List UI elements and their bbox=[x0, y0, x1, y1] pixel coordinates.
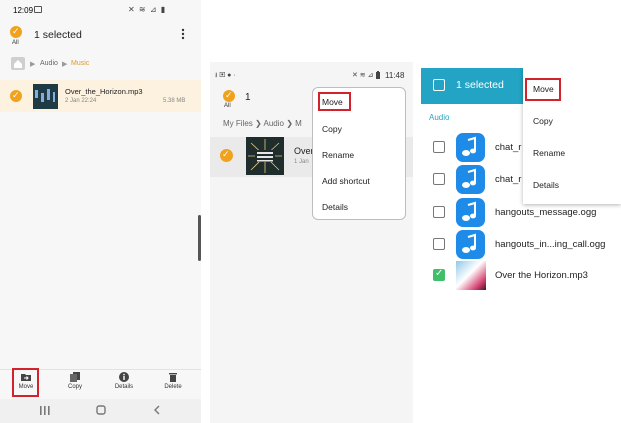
file-name: hangouts_in...ing_call.ogg bbox=[495, 239, 606, 250]
file-name: chat_r bbox=[495, 142, 522, 153]
gallery-notification-icon bbox=[34, 6, 42, 13]
file-date: 1 Jan bbox=[294, 159, 309, 165]
breadcrumb: My Files ❯ Audio ❯ M bbox=[223, 119, 302, 128]
navigation-bar bbox=[0, 399, 201, 423]
file-checkbox[interactable] bbox=[433, 206, 445, 218]
details-label: Details bbox=[114, 384, 134, 390]
notification-icons: ⭳ ▣ ● · bbox=[215, 72, 236, 79]
file-name: hangouts_message.ogg bbox=[495, 207, 597, 218]
home-icon[interactable] bbox=[11, 57, 25, 70]
screenshot-panel-1: 12:09 ✕ ≋ ⊿ ▮ ✓ All 1 selected ▶ Audio ▶… bbox=[0, 0, 201, 423]
recents-icon[interactable] bbox=[40, 406, 50, 415]
section-header-audio: Audio bbox=[429, 113, 450, 122]
file-checkbox[interactable] bbox=[433, 173, 445, 185]
more-options-icon[interactable] bbox=[181, 28, 185, 40]
move-highlight-box bbox=[525, 78, 561, 101]
breadcrumb-chevron-icon: ▶ bbox=[30, 61, 36, 68]
back-icon[interactable] bbox=[153, 405, 161, 415]
music-note-icon bbox=[456, 230, 485, 259]
file-size: 5.38 MB bbox=[163, 98, 186, 104]
screenshot-panel-3: 1 selected Audio chat_r chat_r hangouts_… bbox=[421, 68, 621, 423]
menu-item-copy[interactable]: Copy bbox=[533, 116, 553, 126]
menu-item-rename[interactable]: Rename bbox=[533, 148, 565, 158]
menu-item-add-shortcut[interactable]: Add shortcut bbox=[322, 176, 370, 186]
scrollbar-thumb[interactable] bbox=[198, 215, 201, 261]
delete-button[interactable]: Delete bbox=[156, 372, 190, 390]
move-highlight-box bbox=[12, 368, 39, 397]
album-art-thumbnail bbox=[246, 137, 284, 175]
status-indicators-icon: ✕ ≋ ⊿ bbox=[352, 72, 374, 79]
status-time: 11:48 bbox=[385, 71, 405, 80]
copy-icon bbox=[70, 372, 80, 382]
file-name: Over bbox=[294, 146, 314, 156]
status-indicators-icon: ✕ ≋ ⊿ ▮ bbox=[128, 5, 167, 14]
file-date: 2 Jan 22:24 bbox=[65, 98, 97, 104]
battery-icon bbox=[375, 71, 381, 80]
breadcrumb-audio[interactable]: Audio bbox=[40, 60, 58, 67]
details-button[interactable]: Details bbox=[107, 372, 141, 390]
breadcrumb-chevron-icon: ❯ bbox=[286, 119, 296, 128]
delete-label: Delete bbox=[164, 384, 182, 390]
status-time: 12:09 bbox=[13, 6, 34, 15]
menu-item-details[interactable]: Details bbox=[322, 202, 348, 212]
menu-item-details[interactable]: Details bbox=[533, 180, 559, 190]
breadcrumb-music[interactable]: Music bbox=[71, 60, 89, 67]
file-checkbox[interactable]: ✓ bbox=[10, 90, 22, 102]
selection-count: 1 bbox=[245, 92, 251, 103]
home-nav-icon[interactable] bbox=[96, 405, 106, 415]
menu-item-rename[interactable]: Rename bbox=[322, 150, 354, 160]
info-icon bbox=[119, 372, 129, 382]
file-checkbox-checked[interactable]: ✓ bbox=[433, 268, 445, 281]
file-name: chat_r bbox=[495, 174, 522, 185]
context-menu: Move Copy Rename Add shortcut Details bbox=[312, 87, 406, 220]
select-all-label: All bbox=[224, 103, 231, 109]
breadcrumb-audio[interactable]: Audio bbox=[264, 119, 284, 128]
album-art-thumbnail bbox=[33, 84, 58, 109]
selection-count-title: 1 selected bbox=[34, 29, 82, 41]
album-art-thumbnail bbox=[456, 261, 486, 290]
selection-count-title: 1 selected bbox=[456, 79, 504, 91]
screenshot-panel-2: ⭳ ▣ ● · ✕ ≋ ⊿ 11:48 ✓ All 1 My Files ❯ A… bbox=[210, 62, 413, 423]
select-all-checkbox[interactable] bbox=[433, 79, 445, 91]
trash-icon bbox=[168, 372, 178, 382]
menu-item-copy[interactable]: Copy bbox=[322, 124, 342, 134]
breadcrumb-my-files[interactable]: My Files bbox=[223, 119, 253, 128]
music-note-icon bbox=[456, 198, 485, 227]
music-note-icon bbox=[456, 165, 485, 194]
file-checkbox[interactable] bbox=[433, 238, 445, 250]
music-note-icon bbox=[456, 133, 485, 162]
select-all-checkbox[interactable]: ✓ bbox=[10, 26, 22, 38]
select-all-checkbox[interactable]: ✓ bbox=[223, 90, 235, 102]
status-bar bbox=[210, 62, 413, 86]
file-checkbox[interactable] bbox=[433, 141, 445, 153]
breadcrumb-music[interactable]: M bbox=[295, 119, 302, 128]
file-name: Over_the_Horizon.mp3 bbox=[65, 87, 143, 96]
breadcrumb-chevron-icon: ❯ bbox=[255, 119, 264, 128]
breadcrumb-chevron-icon: ▶ bbox=[62, 61, 68, 68]
copy-label: Copy bbox=[67, 384, 82, 390]
select-all-label: All bbox=[12, 40, 19, 46]
copy-button[interactable]: Copy bbox=[58, 372, 92, 390]
file-row-selected[interactable] bbox=[0, 80, 201, 112]
move-highlight-box bbox=[318, 92, 351, 111]
file-checkbox[interactable]: ✓ bbox=[220, 149, 233, 162]
file-name: Over the Horizon.mp3 bbox=[495, 270, 588, 281]
